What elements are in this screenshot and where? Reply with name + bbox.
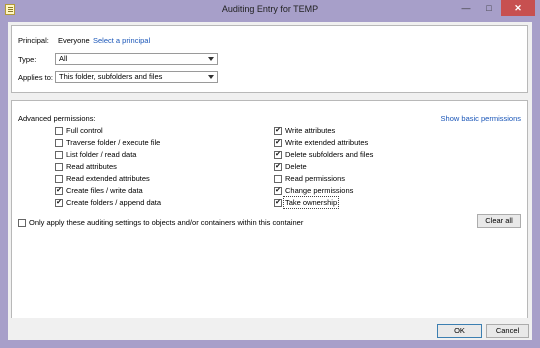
close-button[interactable]: ✕ — [501, 0, 535, 16]
select-principal-link[interactable]: Select a principal — [93, 36, 150, 45]
show-basic-permissions-link[interactable]: Show basic permissions — [441, 114, 521, 123]
title-bar[interactable]: Auditing Entry for TEMP — □ ✕ — [0, 0, 540, 20]
only-apply-checkbox[interactable] — [18, 219, 26, 227]
permission-checkbox[interactable] — [274, 175, 282, 183]
permission-label: Create files / write data — [66, 186, 143, 195]
permission-checkbox[interactable] — [274, 199, 282, 207]
permission-label: Take ownership — [282, 196, 340, 209]
permission-checkbox[interactable] — [274, 163, 282, 171]
permission-label: Full control — [66, 126, 103, 135]
only-apply-label: Only apply these auditing settings to ob… — [29, 218, 304, 227]
permission-label: Change permissions — [285, 186, 354, 195]
permission-label: Create folders / append data — [66, 198, 162, 207]
dialog-window: Auditing Entry for TEMP — □ ✕ Principal:… — [0, 0, 540, 348]
minimize-button[interactable]: — — [454, 0, 478, 16]
permission-label: Read attributes — [66, 162, 117, 171]
permission-checkbox[interactable] — [55, 175, 63, 183]
permission-label: Write extended attributes — [285, 138, 369, 147]
type-dropdown-value: All — [59, 54, 68, 63]
type-label: Type: — [18, 55, 37, 64]
maximize-icon: □ — [486, 3, 492, 13]
permission-checkbox[interactable] — [55, 163, 63, 171]
principal-label: Principal: — [18, 36, 49, 45]
permission-checkbox[interactable] — [55, 139, 63, 147]
type-dropdown[interactable]: All — [55, 53, 218, 65]
close-icon: ✕ — [514, 3, 522, 13]
dialog-footer: OK Cancel — [8, 318, 532, 340]
permission-checkbox[interactable] — [55, 151, 63, 159]
permission-label: Delete subfolders and files — [285, 150, 374, 159]
permission-checkbox[interactable] — [274, 187, 282, 195]
permission-label: Write attributes — [285, 126, 336, 135]
permission-label: Traverse folder / execute file — [66, 138, 161, 147]
applies-to-dropdown-value: This folder, subfolders and files — [59, 72, 163, 81]
chevron-down-icon — [208, 57, 214, 61]
permission-checkbox[interactable] — [274, 139, 282, 147]
principal-value: Everyone — [58, 36, 90, 45]
maximize-button[interactable]: □ — [478, 0, 500, 16]
applies-to-dropdown[interactable]: This folder, subfolders and files — [55, 71, 218, 83]
ok-button[interactable]: OK — [437, 324, 482, 338]
permission-label: Delete — [285, 162, 307, 171]
clear-all-button[interactable]: Clear all — [477, 214, 521, 228]
applies-to-label: Applies to: — [18, 73, 54, 82]
advanced-permissions-header: Advanced permissions: — [18, 114, 96, 123]
chevron-down-icon — [208, 75, 214, 79]
permission-checkbox[interactable] — [55, 127, 63, 135]
cancel-button[interactable]: Cancel — [486, 324, 529, 338]
dialog-client: Principal: Everyone Select a principal T… — [8, 22, 532, 340]
minimize-icon: — — [461, 3, 471, 13]
permission-label: Read permissions — [285, 174, 346, 183]
permission-label: Read extended attributes — [66, 174, 150, 183]
permission-checkbox[interactable] — [55, 187, 63, 195]
permission-checkbox[interactable] — [274, 151, 282, 159]
permission-label: List folder / read data — [66, 150, 137, 159]
permission-checkbox[interactable] — [55, 199, 63, 207]
principal-panel: Principal: Everyone Select a principal T… — [11, 25, 528, 93]
permission-checkbox[interactable] — [274, 127, 282, 135]
advanced-permissions-panel: Advanced permissions: Show basic permiss… — [11, 100, 528, 330]
